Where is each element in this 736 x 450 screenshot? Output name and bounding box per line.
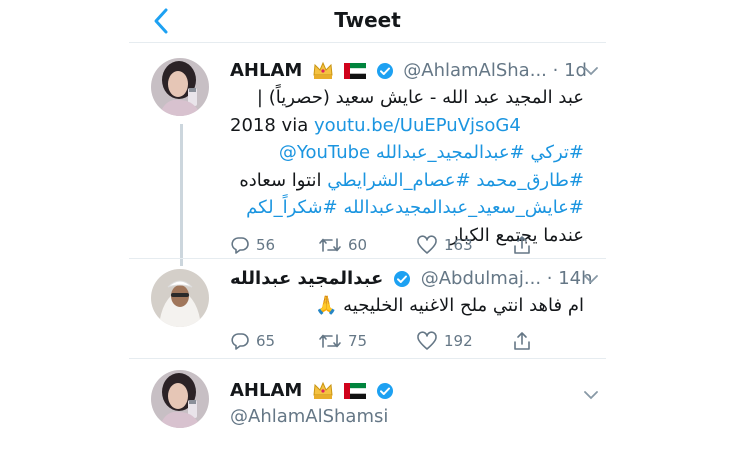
reply-count: 56: [256, 236, 276, 254]
hashtag-link[interactable]: #عصام_الشرايطي: [327, 170, 470, 191]
tweet-line: عبد المجيد عبد الله - عايش سعيد (حصرياً)…: [256, 87, 584, 108]
tweet-body: عبد المجيد عبد الله - عايش سعيد (حصرياً)…: [230, 84, 584, 249]
user-handle[interactable]: @Abdulmaj...: [421, 268, 541, 289]
divider: [129, 258, 606, 259]
tweet-line: 2018 via youtu.be/UuEPuVjsoG4: [230, 112, 584, 140]
tweet-detail-view: Tweet AHLAM @AhlamAlSha... · 1d عبد المج…: [129, 0, 606, 450]
thread-connector: [180, 124, 183, 266]
caret-down-icon[interactable]: [584, 66, 598, 76]
retweet-count: 75: [348, 332, 368, 350]
reply-count: 65: [256, 332, 276, 350]
tweet-header: AHLAM: [230, 378, 398, 404]
year-text: 2018: [230, 114, 276, 136]
user-handle[interactable]: @AhlamAlSha...: [403, 60, 547, 81]
like-icon: [417, 235, 437, 254]
reply-icon: [231, 333, 249, 350]
top-bar: Tweet: [129, 0, 606, 43]
timestamp[interactable]: · 1d: [553, 60, 587, 81]
crown-icon: [313, 61, 333, 79]
tweet-subheader: @AhlamAlShamsi: [230, 404, 388, 430]
uae-flag-icon: [343, 63, 366, 79]
tweet-ahlam-focused[interactable]: AHLAM @AhlamAlShamsi: [129, 368, 606, 450]
tweet-abdulmajeed-reply[interactable]: عبدالمجيد عبدالله @Abdulmaj... · 14h ام …: [129, 266, 606, 358]
tweet-line: #طارق_محمد #عصام_الشرايطي انتوا سعاده: [230, 167, 584, 195]
tweet-body: ام فاهد انتي ملح الاغنيه الخليجيه 🙏: [230, 292, 584, 320]
retweet-count: 60: [348, 236, 368, 254]
tweet-header: عبدالمجيد عبدالله @Abdulmaj... · 14h: [230, 266, 593, 292]
hashtag-link[interactable]: #عايش_سعيد_عبدالمجيدعبدالله: [343, 197, 584, 218]
uae-flag-icon: [343, 383, 366, 399]
verified-badge-icon: [376, 63, 393, 79]
hashtag-link[interactable]: #تركي: [530, 142, 584, 163]
like-button[interactable]: 163: [416, 232, 473, 258]
display-name[interactable]: AHLAM: [230, 380, 302, 401]
tweet-text: ام فاهد انتي ملح الاغنيه الخليجيه 🙏: [315, 295, 584, 316]
page-title: Tweet: [334, 8, 401, 32]
reply-button[interactable]: 56: [230, 232, 275, 258]
retweet-button[interactable]: 60: [318, 232, 367, 258]
hashtag-link[interactable]: #عبدالمجيد_عبدالله: [376, 142, 525, 163]
caret-down-icon[interactable]: [584, 390, 598, 400]
tweet-actions: 65 75 192: [230, 328, 550, 354]
share-button[interactable]: [512, 328, 538, 354]
like-icon: [417, 331, 437, 350]
tweet-actions: 56 60 163: [230, 232, 550, 258]
display-name[interactable]: عبدالمجيد عبدالله: [230, 268, 383, 289]
share-icon: [514, 332, 530, 350]
mention-link[interactable]: @YouTube: [279, 142, 370, 163]
like-button[interactable]: 192: [416, 328, 473, 354]
share-button[interactable]: [512, 232, 538, 258]
hashtag-link[interactable]: #شكراً_لكم: [246, 197, 337, 218]
like-count: 192: [444, 332, 473, 350]
tweet-line: #تركي #عبدالمجيد_عبدالله @YouTube: [230, 139, 584, 167]
avatar-ahlam[interactable]: [151, 58, 209, 116]
like-count: 163: [444, 236, 473, 254]
reply-button[interactable]: 65: [230, 328, 275, 354]
tweet-text: انتوا سعاده: [239, 169, 322, 191]
via-text: via: [281, 114, 309, 136]
video-link[interactable]: youtu.be/UuEPuVjsoG4: [314, 115, 521, 136]
tweet-ahlam-original[interactable]: AHLAM @AhlamAlSha... · 1d عبد المجيد عبد…: [129, 56, 606, 266]
avatar-abdulmajeed[interactable]: [151, 269, 209, 327]
hashtag-link[interactable]: #طارق_محمد: [476, 170, 584, 191]
crown-icon: [313, 381, 333, 399]
tweet-line: #عايش_سعيد_عبدالمجيدعبدالله #شكراً_لكم: [230, 194, 584, 222]
display-name[interactable]: AHLAM: [230, 60, 302, 81]
retweet-icon: [319, 334, 341, 348]
retweet-icon: [319, 238, 341, 252]
caret-down-icon[interactable]: [584, 274, 598, 284]
reply-icon: [231, 237, 249, 254]
retweet-button[interactable]: 75: [318, 328, 367, 354]
user-handle[interactable]: @AhlamAlShamsi: [230, 406, 388, 427]
verified-badge-icon: [376, 383, 393, 399]
avatar-ahlam[interactable]: [151, 370, 209, 428]
verified-badge-icon: [394, 271, 410, 287]
tweet-header: AHLAM @AhlamAlSha... · 1d: [230, 58, 587, 84]
share-icon: [514, 236, 530, 254]
divider: [129, 358, 606, 359]
